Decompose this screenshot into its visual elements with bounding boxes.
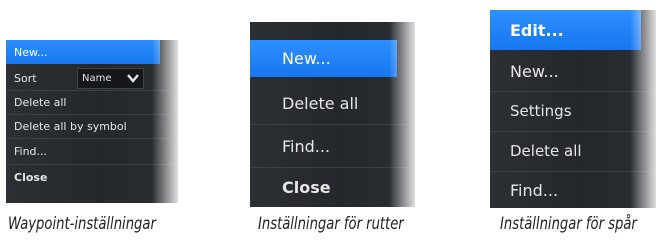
menu-divider [250,124,415,125]
menu-item-delete-all[interactable]: Delete all [250,84,415,122]
menu-item-label: New... [282,49,331,68]
menu-item-label: Delete all by symbol [14,119,127,133]
menu-item-label: Find... [14,144,48,158]
menu-item-new[interactable]: New... [490,52,656,90]
menu-item-label: Delete all [282,93,359,113]
track-options-menu: Edit... New... Settings Delete all Find.… [490,10,656,208]
route-options-menu: New... Delete all Find... Close [250,22,415,207]
menu-item-find[interactable]: Find... [250,126,415,166]
menu-item-close[interactable]: Close [6,165,178,189]
menu-item-delete-all-by-symbol[interactable]: Delete all by symbol [6,115,178,137]
menu-item-label: Find... [510,180,559,200]
menu-item-settings[interactable]: Settings [490,92,656,130]
menu-item-label: Delete all [510,142,582,160]
menu-item-delete-all[interactable]: Delete all [6,91,178,113]
menu-item-new[interactable]: New... [6,40,160,64]
menu-item-label: Settings [510,102,572,120]
menu-item-label: New... [14,45,48,59]
route-caption: Inställningar för rutter [258,214,404,234]
menu-item-find[interactable]: Find... [490,172,656,208]
menu-item-delete-all[interactable]: Delete all [490,132,656,170]
sort-dropdown[interactable]: Name [77,68,144,89]
sort-dropdown-value: Name [82,73,112,84]
menu-item-label: Find... [282,136,331,156]
waypoint-options-menu: New... Sort Delete all Delete all by sym… [6,40,178,203]
menu-item-new[interactable]: New... [250,40,397,77]
menu-item-label: New... [510,61,559,81]
waypoint-caption: Waypoint-inställningar [8,214,156,234]
menu-item-close[interactable]: Close [250,168,415,206]
menu-item-edit[interactable]: Edit... [490,10,641,50]
chevron-down-icon [127,74,139,83]
track-caption: Inställningar för spår [500,214,637,234]
menu-item-label: Edit... [510,20,564,40]
menu-item-label: Close [282,177,331,197]
menu-item-find[interactable]: Find... [6,139,178,163]
menu-item-label: Close [14,170,48,184]
menu-item-label: Delete all [14,95,67,109]
menu-item-label: Sort [14,71,37,85]
